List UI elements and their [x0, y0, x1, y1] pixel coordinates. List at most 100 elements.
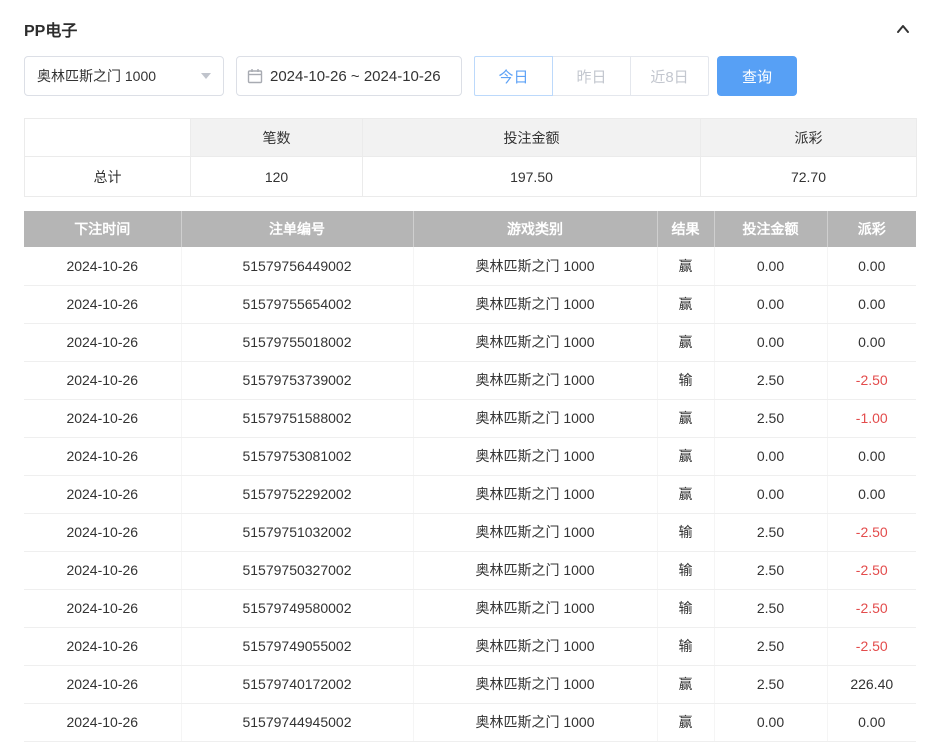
table-row: 2024-10-26 51579749580002 奥林匹斯之门 1000 输 2.50… — [24, 589, 916, 628]
table-cell: 0.00 — [827, 703, 916, 742]
table-cell: 奥林匹斯之门 1000 — [413, 475, 658, 514]
table-cell: 赢 — [657, 285, 715, 324]
table-cell: 赢 — [657, 399, 715, 438]
caret-down-icon — [201, 73, 211, 79]
search-button[interactable]: 查询 — [717, 56, 797, 96]
records-table: 下注时间 注单编号 游戏类别 结果 投注金额 派彩 2024-10-26 515797564… — [24, 211, 916, 742]
table-cell: 2024-10-26 — [24, 627, 182, 666]
records-column-header: 注单编号 — [181, 211, 414, 247]
table-cell: 51579755654002 — [181, 285, 414, 324]
summary-total-count: 120 — [190, 156, 363, 197]
chevron-up-icon — [897, 25, 909, 33]
table-cell: 2024-10-26 — [24, 437, 182, 476]
table-cell: -2.50 — [827, 361, 916, 400]
summary-header-bet-amount: 投注金额 — [362, 118, 701, 157]
table-cell: 0.00 — [714, 323, 828, 362]
table-cell: 0.00 — [827, 323, 916, 362]
table-cell: 奥林匹斯之门 1000 — [413, 627, 658, 666]
table-cell: 0.00 — [714, 285, 828, 324]
table-cell: 2024-10-26 — [24, 513, 182, 552]
yesterday-button[interactable]: 昨日 — [552, 56, 631, 96]
records-table-body: 2024-10-26 51579756449002 奥林匹斯之门 1000 赢 0.00… — [24, 247, 916, 742]
table-row: 2024-10-26 51579749055002 奥林匹斯之门 1000 输 2.50… — [24, 627, 916, 666]
table-cell: 51579740172002 — [181, 665, 414, 704]
table-cell: 奥林匹斯之门 1000 — [413, 703, 658, 742]
table-row: 2024-10-26 51579750327002 奥林匹斯之门 1000 输 2.50… — [24, 551, 916, 590]
table-cell: 2.50 — [714, 513, 828, 552]
table-cell: 2024-10-26 — [24, 551, 182, 590]
table-row: 2024-10-26 51579755654002 奥林匹斯之门 1000 赢 0.00… — [24, 285, 916, 324]
summary-total-bet-amount: 197.50 — [362, 156, 701, 197]
table-cell: 51579752292002 — [181, 475, 414, 514]
table-cell: -1.00 — [827, 399, 916, 438]
table-cell: 0.00 — [827, 437, 916, 476]
table-cell: 输 — [657, 551, 715, 590]
table-cell: 奥林匹斯之门 1000 — [413, 589, 658, 628]
table-cell: 赢 — [657, 665, 715, 704]
table-cell: 奥林匹斯之门 1000 — [413, 665, 658, 704]
table-row: 2024-10-26 51579744945002 奥林匹斯之门 1000 赢 0.00… — [24, 703, 916, 742]
table-cell: 0.00 — [827, 247, 916, 286]
table-cell: 2024-10-26 — [24, 285, 182, 324]
records-column-header: 结果 — [657, 211, 715, 247]
date-range-input[interactable]: 2024-10-26 ~ 2024-10-26 — [236, 56, 462, 96]
table-cell: 51579744945002 — [181, 703, 414, 742]
table-cell: 2.50 — [714, 665, 828, 704]
collapse-panel-button[interactable] — [894, 20, 912, 38]
game-select[interactable]: 奥林匹斯之门 1000 — [24, 56, 224, 96]
page-title: PP电子 — [24, 23, 78, 40]
table-cell: 2024-10-26 — [24, 361, 182, 400]
game-select-value: 奥林匹斯之门 1000 — [37, 68, 157, 84]
table-cell: 51579753081002 — [181, 437, 414, 476]
table-cell: 奥林匹斯之门 1000 — [413, 285, 658, 324]
table-row: 2024-10-26 51579740172002 奥林匹斯之门 1000 赢 2.50… — [24, 665, 916, 704]
table-cell: 51579749580002 — [181, 589, 414, 628]
table-cell: -2.50 — [827, 627, 916, 666]
summary-total-payout: 72.70 — [700, 156, 917, 197]
table-cell: 2.50 — [714, 551, 828, 590]
table-cell: 2024-10-26 — [24, 323, 182, 362]
summary-header-blank — [24, 118, 191, 157]
table-cell: 2024-10-26 — [24, 247, 182, 286]
records-column-header: 投注金额 — [714, 211, 828, 247]
last-8-days-button[interactable]: 近8日 — [630, 56, 709, 96]
table-cell: 0.00 — [714, 437, 828, 476]
table-cell: 0.00 — [714, 475, 828, 514]
table-cell: 赢 — [657, 247, 715, 286]
table-cell: 奥林匹斯之门 1000 — [413, 323, 658, 362]
table-cell: 输 — [657, 513, 715, 552]
records-column-header: 派彩 — [827, 211, 916, 247]
table-cell: 51579753739002 — [181, 361, 414, 400]
table-row: 2024-10-26 51579751588002 奥林匹斯之门 1000 赢 2.50… — [24, 399, 916, 438]
table-cell: 2.50 — [714, 399, 828, 438]
table-cell: 奥林匹斯之门 1000 — [413, 399, 658, 438]
table-cell: 51579751032002 — [181, 513, 414, 552]
table-cell: 奥林匹斯之门 1000 — [413, 437, 658, 476]
table-row: 2024-10-26 51579751032002 奥林匹斯之门 1000 输 2.50… — [24, 513, 916, 552]
table-cell: 赢 — [657, 323, 715, 362]
table-cell: -2.50 — [827, 513, 916, 552]
summary-table: 笔数 投注金额 派彩 总计 120 197.50 72.70 — [24, 118, 917, 197]
summary-header-row: 笔数 投注金额 派彩 — [24, 118, 917, 157]
table-cell: 2.50 — [714, 589, 828, 628]
table-cell: 2.50 — [714, 627, 828, 666]
table-cell: 输 — [657, 589, 715, 628]
table-cell: 0.00 — [714, 703, 828, 742]
table-cell: 输 — [657, 627, 715, 666]
table-cell: 51579750327002 — [181, 551, 414, 590]
table-cell: 2024-10-26 — [24, 665, 182, 704]
records-header-row: 下注时间 注单编号 游戏类别 结果 投注金额 派彩 — [24, 211, 916, 247]
table-cell: 0.00 — [714, 247, 828, 286]
table-cell: 赢 — [657, 437, 715, 476]
table-cell: 2.50 — [714, 361, 828, 400]
table-cell: -2.50 — [827, 589, 916, 628]
records-column-header: 游戏类别 — [413, 211, 658, 247]
pp-electronic-panel: PP电子 奥林匹斯之门 1000 2024-10-26 ~ 2024-10-26… — [0, 0, 928, 742]
calendar-icon — [247, 69, 263, 84]
table-cell: 赢 — [657, 703, 715, 742]
records-column-header: 下注时间 — [24, 211, 182, 247]
today-button[interactable]: 今日 — [474, 56, 553, 96]
table-cell: 2024-10-26 — [24, 475, 182, 514]
table-cell: 奥林匹斯之门 1000 — [413, 247, 658, 286]
table-row: 2024-10-26 51579753081002 奥林匹斯之门 1000 赢 0.00… — [24, 437, 916, 476]
